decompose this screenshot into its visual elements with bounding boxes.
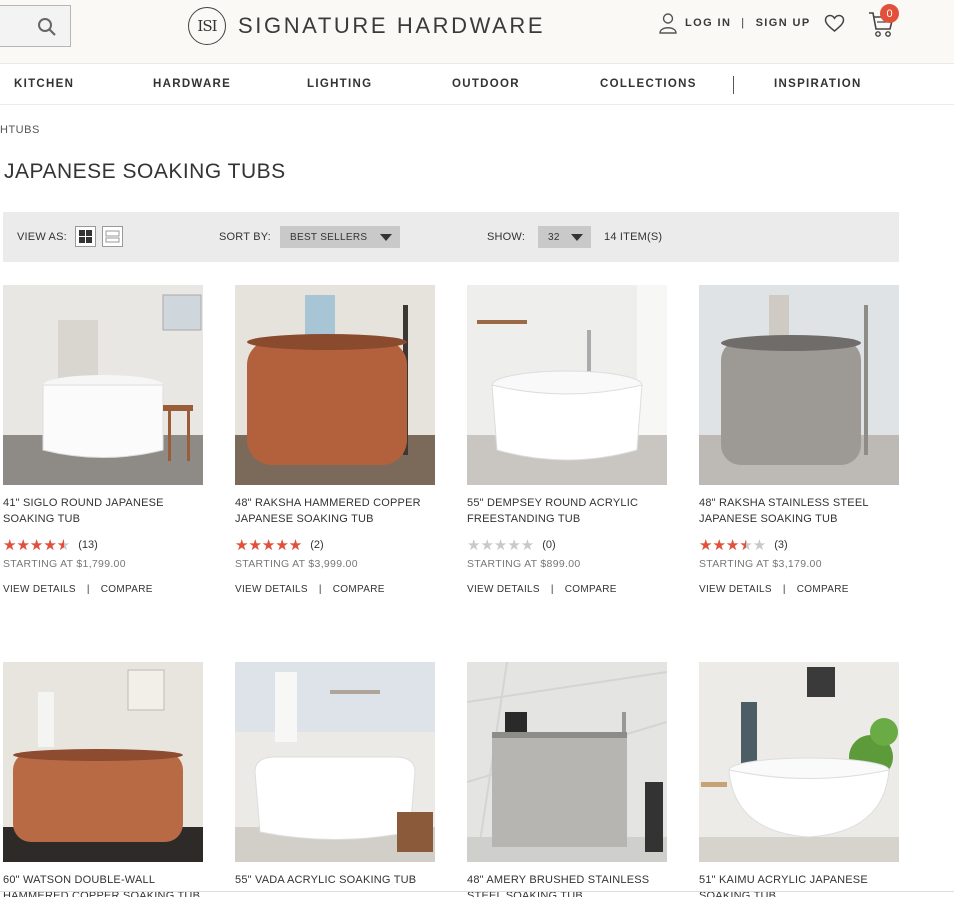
product-card[interactable]: 51" KAIMU ACRYLIC JAPANESE SOAKING TUB — [699, 662, 899, 897]
product-image[interactable] — [235, 285, 435, 485]
product-rating: ★★★★★★★★★★ (3) — [699, 537, 899, 553]
view-details-link[interactable]: VIEW DETAILS — [699, 584, 772, 595]
product-rating: ★★★★★ ★★★★★ (2) — [235, 537, 435, 553]
product-card[interactable]: 60" WATSON DOUBLE-WALL HAMMERED COPPER S… — [3, 662, 203, 897]
compare-link[interactable]: COMPARE — [797, 584, 849, 595]
account-separator: | — [741, 17, 746, 29]
product-price: STARTING AT $899.00 — [467, 558, 581, 570]
view-details-link[interactable]: VIEW DETAILS — [235, 584, 308, 595]
main-nav: KITCHEN HARDWARE LIGHTING OUTDOOR COLLEC… — [0, 65, 954, 105]
review-count[interactable]: (13) — [78, 539, 98, 551]
listing-toolbar: VIEW AS: SORT BY: BEST SELLERS SHOW: 32 … — [3, 212, 899, 262]
grid-view-button[interactable] — [75, 226, 96, 247]
sort-by-label: SORT BY: — [219, 231, 271, 243]
product-image[interactable] — [3, 662, 203, 862]
compare-link[interactable]: COMPARE — [101, 584, 153, 595]
signup-link[interactable]: SIGN UP — [756, 17, 811, 29]
product-price: STARTING AT $1,799.00 — [3, 558, 126, 570]
sort-select-value: BEST SELLERS — [290, 231, 368, 243]
product-name[interactable]: 55" DEMPSEY ROUND ACRYLIC FREESTANDING T… — [467, 495, 667, 527]
nav-item-inspiration[interactable]: INSPIRATION — [774, 78, 862, 90]
review-count[interactable]: (0) — [542, 539, 555, 551]
list-view-icon — [105, 230, 120, 243]
nav-item-hardware[interactable]: HARDWARE — [153, 78, 231, 90]
account-links: LOG IN | SIGN UP — [658, 12, 811, 34]
search-icon — [38, 18, 56, 36]
star-rating: ★★★★★★★★★★ — [699, 536, 767, 554]
chevron-down-icon — [380, 234, 392, 241]
product-image[interactable] — [235, 662, 435, 862]
site-logo[interactable]: ISI SIGNATURE HARDWARE — [188, 7, 545, 45]
page-bottom-divider — [0, 891, 954, 892]
view-as-label: VIEW AS: — [17, 231, 67, 243]
show-select[interactable]: 32 — [538, 226, 591, 248]
star-rating: ★★★★★★★★★★ — [3, 536, 71, 554]
product-name[interactable]: 55" VADA ACRYLIC SOAKING TUB — [235, 872, 435, 888]
link-separator: | — [318, 584, 322, 595]
heart-icon[interactable] — [824, 14, 845, 33]
product-card[interactable]: 48" RAKSHA STAINLESS STEEL JAPANESE SOAK… — [699, 285, 899, 595]
breadcrumb[interactable]: HTUBS — [0, 124, 40, 136]
login-link[interactable]: LOG IN — [685, 17, 731, 29]
review-count[interactable]: (3) — [774, 539, 787, 551]
site-header: ISI SIGNATURE HARDWARE LOG IN | SIGN UP … — [0, 0, 954, 64]
product-image[interactable] — [467, 662, 667, 862]
nav-divider — [733, 76, 734, 94]
product-card[interactable]: 48" AMERY BRUSHED STAINLESS STEEL SOAKIN… — [467, 662, 667, 897]
product-price: STARTING AT $3,999.00 — [235, 558, 358, 570]
logo-text: SIGNATURE HARDWARE — [238, 13, 546, 38]
link-separator: | — [86, 584, 90, 595]
product-links: VIEW DETAILS | COMPARE — [467, 584, 667, 595]
nav-item-kitchen[interactable]: KITCHEN — [14, 78, 74, 90]
product-price: STARTING AT $3,179.00 — [699, 558, 822, 570]
product-name[interactable]: 48" AMERY BRUSHED STAINLESS STEEL SOAKIN… — [467, 872, 667, 897]
item-count: 14 ITEM(S) — [604, 231, 663, 243]
page-title: JAPANESE SOAKING TUBS — [4, 160, 286, 183]
logo-mark: ISI — [188, 7, 226, 45]
compare-link[interactable]: COMPARE — [333, 584, 385, 595]
product-name[interactable]: 60" WATSON DOUBLE-WALL HAMMERED COPPER S… — [3, 872, 203, 897]
nav-item-collections[interactable]: COLLECTIONS — [600, 78, 697, 90]
nav-item-outdoor[interactable]: OUTDOOR — [452, 78, 520, 90]
product-name[interactable]: 41" SIGLO ROUND JAPANESE SOAKING TUB — [3, 495, 203, 527]
product-name[interactable]: 48" RAKSHA STAINLESS STEEL JAPANESE SOAK… — [699, 495, 899, 527]
compare-link[interactable]: COMPARE — [565, 584, 617, 595]
product-links: VIEW DETAILS | COMPARE — [235, 584, 435, 595]
product-name[interactable]: 48" RAKSHA HAMMERED COPPER JAPANESE SOAK… — [235, 495, 435, 527]
product-card[interactable]: 55" VADA ACRYLIC SOAKING TUB — [235, 662, 435, 888]
cart-count-badge: 0 — [880, 4, 899, 23]
product-card[interactable]: 41" SIGLO ROUND JAPANESE SOAKING TUB ★★★… — [3, 285, 203, 595]
search-button[interactable] — [0, 5, 71, 47]
link-separator: | — [550, 584, 554, 595]
review-count[interactable]: (2) — [310, 539, 323, 551]
product-rating: ★★★★★★★★★★ (0) — [467, 537, 667, 553]
list-view-button[interactable] — [102, 226, 123, 247]
chevron-down-icon — [571, 234, 583, 241]
product-rating: ★★★★★★★★★★ (13) — [3, 537, 203, 553]
star-rating: ★★★★★★★★★★ — [235, 536, 303, 554]
sort-select[interactable]: BEST SELLERS — [280, 226, 400, 248]
view-details-link[interactable]: VIEW DETAILS — [3, 584, 76, 595]
product-card[interactable]: 48" RAKSHA HAMMERED COPPER JAPANESE SOAK… — [235, 285, 435, 595]
product-image[interactable] — [699, 662, 899, 862]
product-links: VIEW DETAILS | COMPARE — [699, 584, 899, 595]
view-details-link[interactable]: VIEW DETAILS — [467, 584, 540, 595]
grid-view-icon — [79, 230, 92, 243]
user-icon — [659, 13, 677, 34]
product-image[interactable] — [467, 285, 667, 485]
show-select-value: 32 — [548, 231, 560, 243]
link-separator: | — [782, 584, 786, 595]
product-image[interactable] — [699, 285, 899, 485]
star-rating: ★★★★★★★★★★ — [467, 536, 535, 554]
nav-item-lighting[interactable]: LIGHTING — [307, 78, 372, 90]
product-card[interactable]: 55" DEMPSEY ROUND ACRYLIC FREESTANDING T… — [467, 285, 667, 595]
product-name[interactable]: 51" KAIMU ACRYLIC JAPANESE SOAKING TUB — [699, 872, 899, 897]
product-links: VIEW DETAILS | COMPARE — [3, 584, 203, 595]
product-image[interactable] — [3, 285, 203, 485]
show-label: SHOW: — [487, 231, 526, 243]
